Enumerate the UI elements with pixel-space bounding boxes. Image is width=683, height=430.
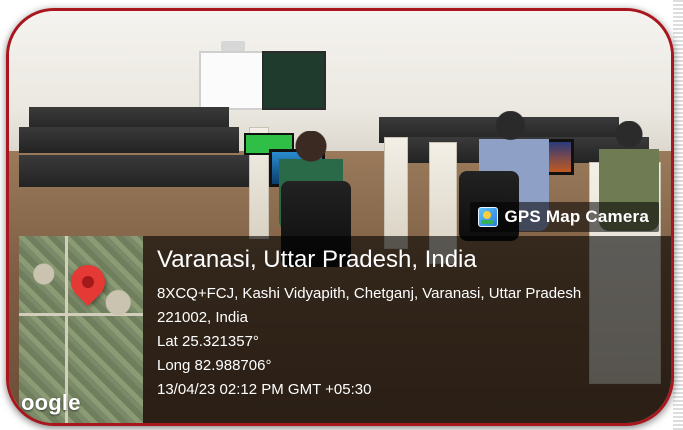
location-title: Varanasi, Uttar Pradesh, India: [157, 246, 477, 273]
location-info-panel: oogle Varanasi, Uttar Pradesh, India 8XC…: [19, 236, 671, 423]
desk-row: [19, 155, 259, 187]
address-line-1: 8XCQ+FCJ, Kashi Vidyapith, Chetganj, Var…: [157, 285, 582, 302]
desk-partition: [384, 137, 408, 249]
address-line-2: 221002, India: [157, 309, 248, 326]
map-thumbnail: oogle: [19, 236, 143, 423]
location-details: Varanasi, Uttar Pradesh, India 8XCQ+FCJ,…: [157, 246, 662, 402]
greenboard: [262, 51, 326, 110]
brand-label: GPS Map Camera: [504, 207, 649, 226]
map-pin-icon: [63, 257, 113, 307]
timestamp: 13/04/23 02:12 PM GMT +05:30: [157, 381, 372, 398]
photo-frame: GPS Map Camera oogle Varanasi, Uttar Pra…: [6, 8, 674, 426]
google-logo: oogle: [21, 390, 81, 415]
edge-stripe: [673, 0, 683, 430]
latitude: Lat 25.321357°: [157, 333, 259, 350]
gps-camera-app-icon: [478, 207, 499, 227]
longitude: Long 82.988706°: [157, 357, 272, 374]
gps-map-camera-badge: GPS Map Camera: [470, 202, 659, 232]
projector: [221, 41, 245, 51]
whiteboard: [199, 51, 266, 110]
desk-row: [19, 127, 239, 153]
